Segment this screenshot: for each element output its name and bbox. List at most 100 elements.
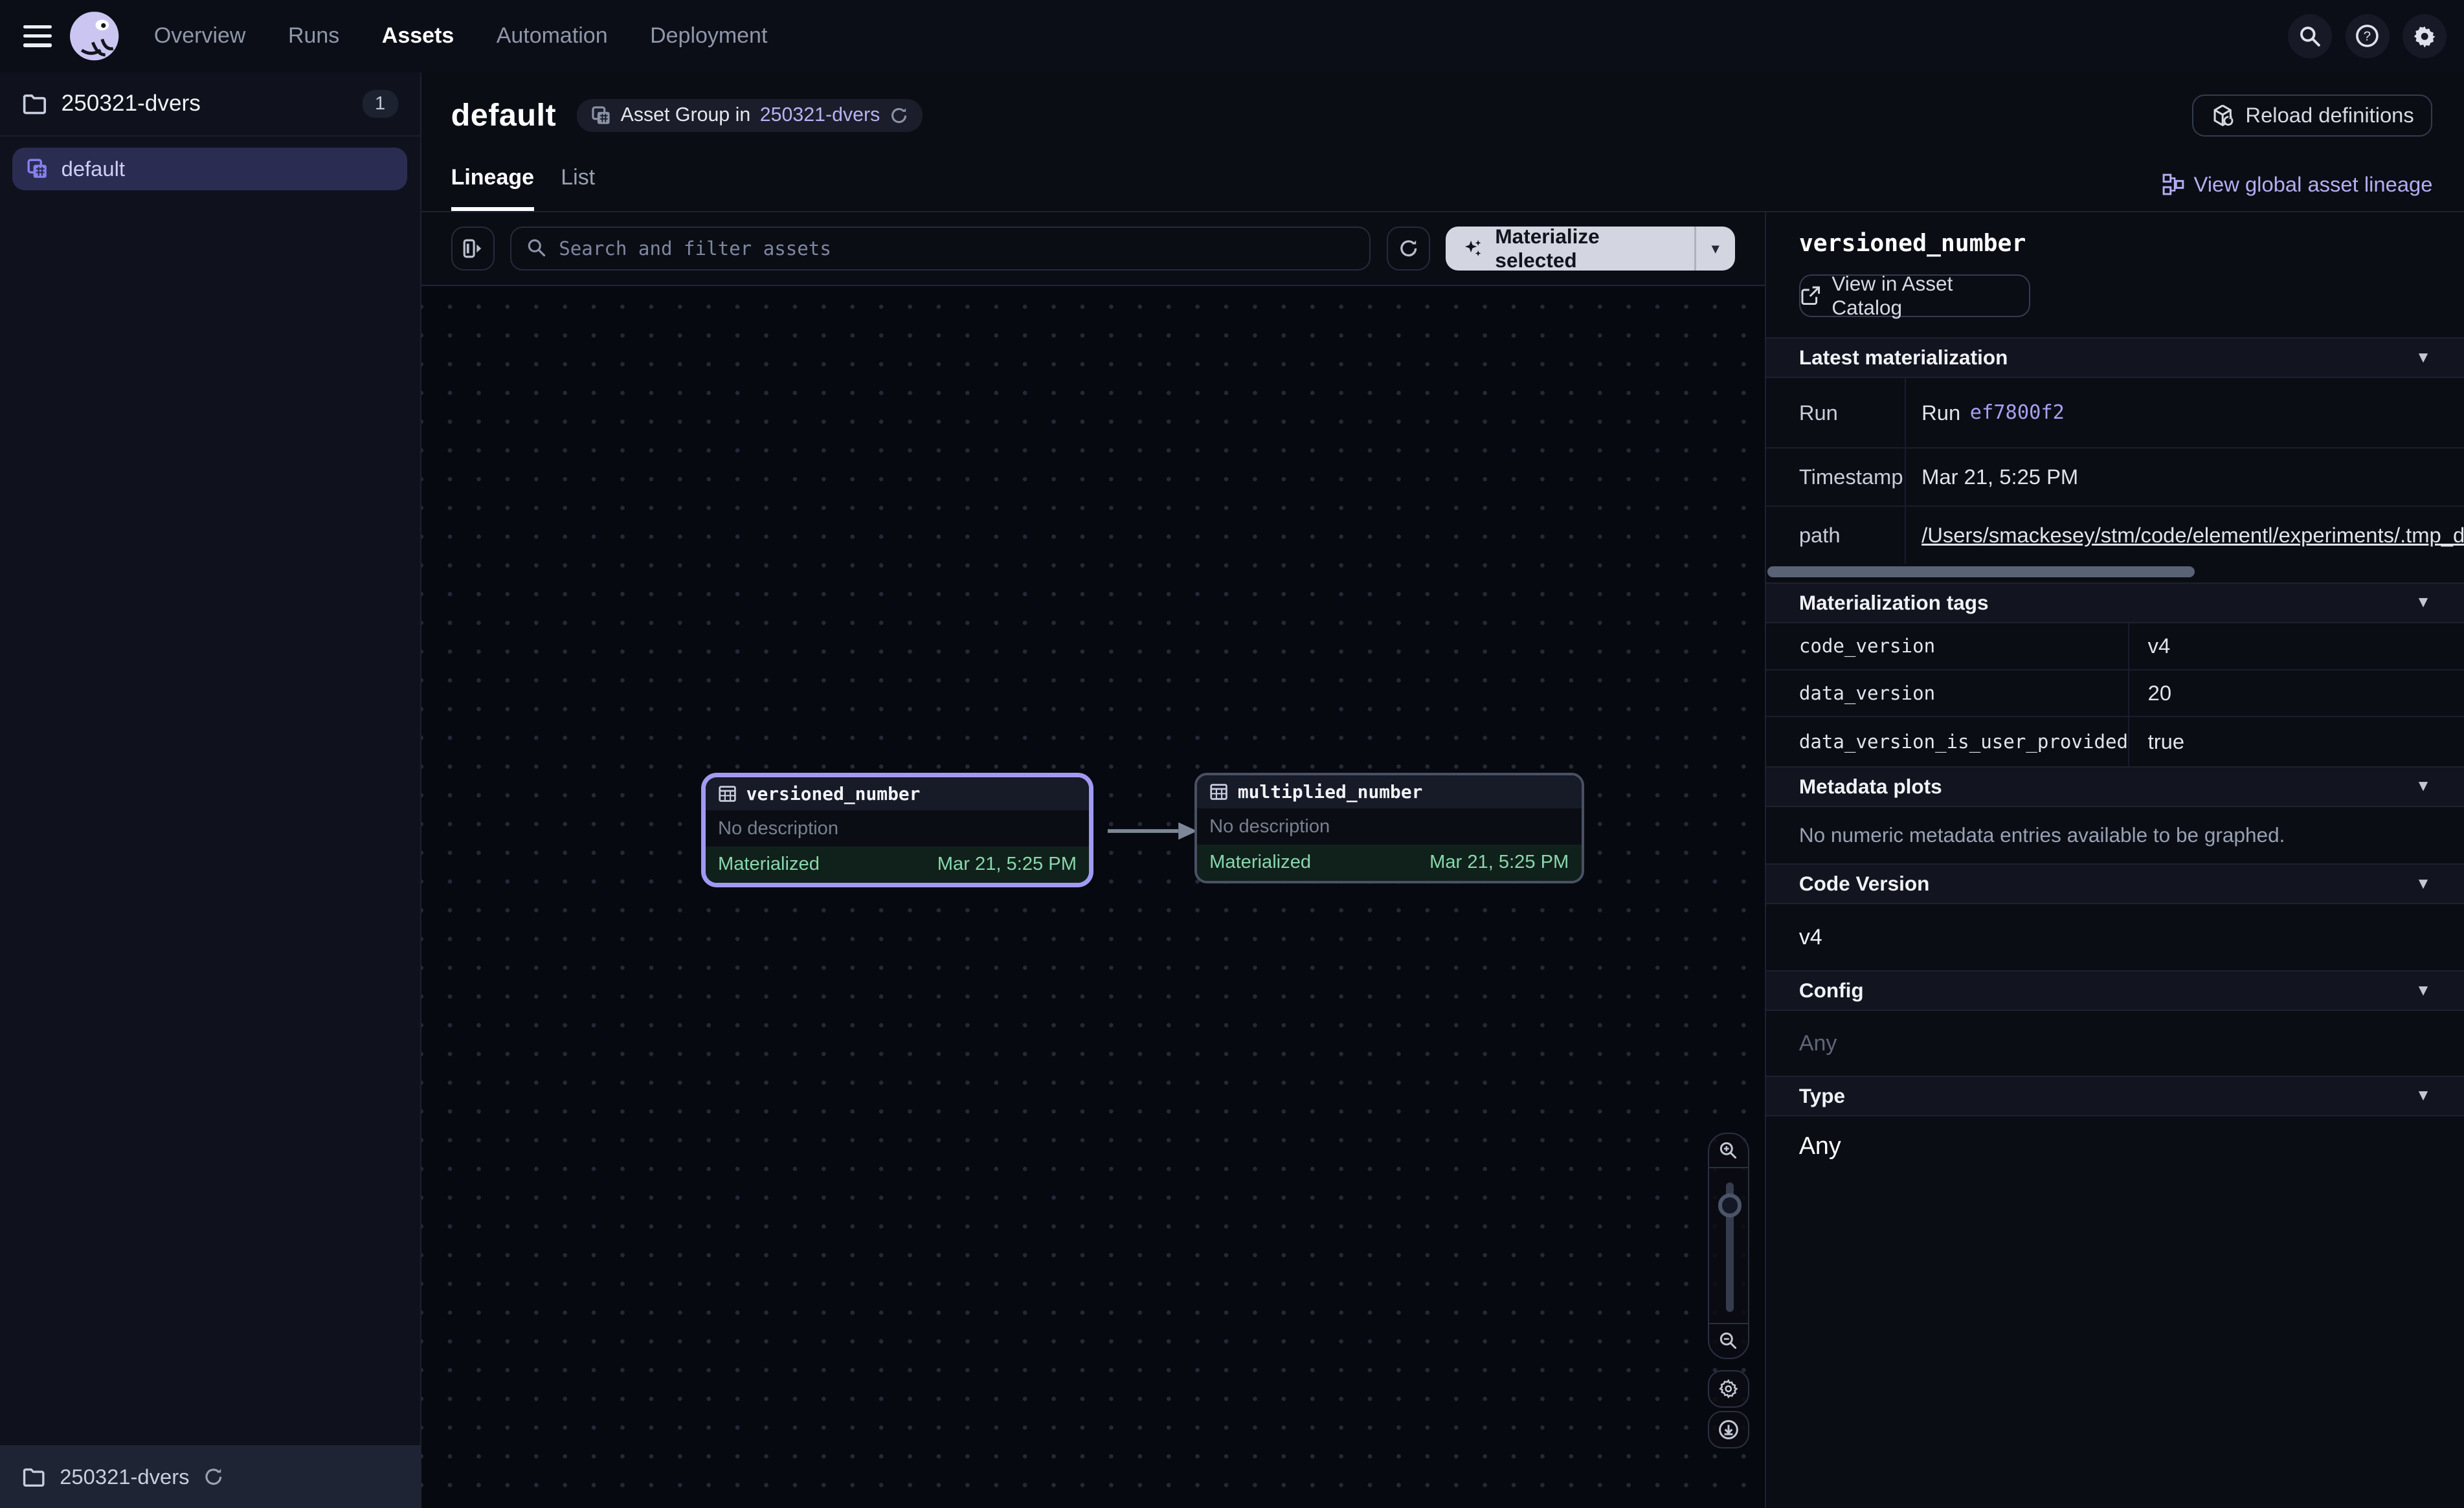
- tab-lineage[interactable]: Lineage: [451, 165, 534, 211]
- expand-panel-icon: [462, 238, 484, 260]
- horizontal-scrollbar: [1766, 564, 2464, 582]
- gear-icon: [1718, 1379, 1739, 1399]
- footer-repo-name: 250321-dvers: [60, 1465, 189, 1489]
- view-global-asset-lineage-label: View global asset lineage: [2193, 172, 2432, 197]
- chevron-down-icon: ▼: [2415, 875, 2431, 893]
- section-config[interactable]: Config ▼: [1766, 970, 2464, 1011]
- sidebar-item-label: default: [62, 157, 125, 181]
- primary-nav: Overview Runs Assets Automation Deployme…: [154, 23, 768, 49]
- asset-groups-sidebar: 250321-dvers 1 default 250321-dvers: [0, 72, 421, 1508]
- chevron-down-icon: ▼: [2415, 982, 2431, 1000]
- table-icon: [1209, 782, 1228, 801]
- materialize-dropdown-caret[interactable]: ▾: [1696, 239, 1735, 258]
- table-icon: [718, 784, 737, 803]
- scrollbar-thumb[interactable]: [1767, 566, 2195, 577]
- lineage-graph-canvas[interactable]: versioned_number No description Material…: [421, 286, 1765, 1508]
- asset-group-icon: [27, 158, 49, 180]
- tag-value: v4: [2129, 623, 2464, 669]
- tag-key: data_version: [1766, 671, 2129, 716]
- asset-title: versioned_number: [1799, 229, 2431, 257]
- page-title: default: [451, 97, 556, 133]
- reload-definitions-button[interactable]: Reload definitions: [2192, 94, 2432, 137]
- zoom-controls: [1708, 1133, 1749, 1359]
- section-title: Metadata plots: [1799, 775, 1942, 799]
- asset-node-name: versioned_number: [746, 783, 921, 804]
- gear-icon: [2413, 25, 2436, 48]
- refresh-icon[interactable]: [203, 1467, 224, 1487]
- section-title: Type: [1799, 1084, 1845, 1108]
- view-global-asset-lineage-link[interactable]: View global asset lineage: [2162, 172, 2433, 197]
- view-in-asset-catalog-label: View in Asset Catalog: [1831, 272, 2028, 320]
- path-link[interactable]: /Users/smackesey/stm/code/elementl/exper…: [1921, 523, 2464, 548]
- repo-row[interactable]: 250321-dvers 1: [0, 72, 420, 137]
- zoom-out-button[interactable]: [1709, 1323, 1747, 1357]
- hamburger-menu-icon[interactable]: [23, 19, 52, 52]
- table-row: Run Run ef7800f2: [1766, 378, 2464, 449]
- nav-item-runs[interactable]: Runs: [288, 23, 339, 49]
- run-prefix: Run: [1921, 401, 1960, 425]
- section-metadata-plots[interactable]: Metadata plots ▼: [1766, 766, 2464, 807]
- metadata-plots-empty-text: No numeric metadata entries available to…: [1799, 807, 2431, 863]
- tag-value: true: [2129, 717, 2464, 766]
- nav-item-deployment[interactable]: Deployment: [650, 23, 767, 49]
- refresh-icon[interactable]: [890, 106, 908, 125]
- section-title: Config: [1799, 979, 1864, 1003]
- section-latest-materialization[interactable]: Latest materialization ▼: [1766, 337, 2464, 378]
- tag-key: code_version: [1766, 623, 2129, 669]
- table-row: data_version_is_user_provided true: [1766, 717, 2464, 766]
- search-icon: [526, 238, 547, 258]
- section-materialization-tags[interactable]: Materialization tags ▼: [1766, 582, 2464, 623]
- graph-settings-button[interactable]: [1708, 1370, 1749, 1408]
- nav-item-assets[interactable]: Assets: [382, 23, 454, 49]
- help-button[interactable]: ?: [2346, 14, 2390, 58]
- section-code-version[interactable]: Code Version ▼: [1766, 863, 2464, 904]
- row-value: /Users/smackesey/stm/code/elementl/exper…: [1906, 507, 2464, 563]
- asset-group-badge: Asset Group in 250321-dvers: [577, 99, 923, 132]
- config-value: Any: [1799, 1011, 2431, 1076]
- repo-name: 250321-dvers: [62, 91, 201, 116]
- settings-button[interactable]: [2402, 14, 2447, 58]
- run-id-link[interactable]: ef7800f2: [1970, 401, 2065, 424]
- zoom-in-button[interactable]: [1709, 1134, 1747, 1168]
- search-input[interactable]: [510, 227, 1371, 271]
- download-image-button[interactable]: [1708, 1411, 1749, 1448]
- reload-cube-icon: [2211, 104, 2234, 127]
- nav-item-automation[interactable]: Automation: [497, 23, 608, 49]
- materialize-selected-button[interactable]: Materialize selected ▾: [1446, 227, 1734, 271]
- materialization-tags-table: code_version v4 data_version 20 data_ver…: [1766, 623, 2464, 766]
- tab-list[interactable]: List: [561, 165, 595, 211]
- asset-detail-panel: versioned_number View in Asset Catalog L…: [1765, 212, 2464, 1508]
- page-header: default Asset Group in 250321-dvers Relo…: [421, 72, 2464, 212]
- sidebar-footer: 250321-dvers: [0, 1445, 421, 1508]
- sidebar-item-default[interactable]: default: [12, 148, 407, 190]
- asset-node-description: No description: [706, 810, 1090, 847]
- asset-node-versioned-number[interactable]: versioned_number No description Material…: [701, 773, 1094, 887]
- collapse-panel-button[interactable]: [451, 227, 495, 271]
- reload-definitions-label: Reload definitions: [2245, 103, 2414, 128]
- section-title: Code Version: [1799, 872, 1930, 896]
- asset-node-multiplied-number[interactable]: multiplied_number No description Materia…: [1194, 773, 1584, 883]
- nav-item-overview[interactable]: Overview: [154, 23, 246, 49]
- dagster-logo-icon[interactable]: [66, 8, 122, 64]
- row-key: Timestamp: [1766, 449, 1906, 505]
- zoom-slider-thumb[interactable]: [1718, 1193, 1742, 1217]
- table-row: path /Users/smackesey/stm/code/elementl/…: [1766, 507, 2464, 563]
- row-value: Mar 21, 5:25 PM: [1906, 449, 2464, 505]
- zoom-out-icon: [1718, 1331, 1739, 1351]
- chevron-down-icon: ▼: [2415, 349, 2431, 367]
- asset-node-timestamp: Mar 21, 5:25 PM: [937, 854, 1077, 875]
- row-key: Run: [1766, 378, 1906, 447]
- search-button[interactable]: [2288, 14, 2332, 58]
- lineage-toolbar: Materialize selected ▾: [421, 212, 1765, 286]
- view-tabs: Lineage List: [451, 165, 596, 211]
- sparkles-icon: [1463, 238, 1484, 260]
- badge-repo-link[interactable]: 250321-dvers: [760, 104, 880, 126]
- asset-node-status: Materialized: [1209, 852, 1311, 873]
- svg-text:?: ?: [2364, 29, 2371, 44]
- section-type[interactable]: Type ▼: [1766, 1076, 2464, 1116]
- asset-group-icon: [591, 105, 612, 126]
- refresh-graph-button[interactable]: [1387, 227, 1431, 271]
- lineage-graph-icon: [2162, 173, 2184, 195]
- view-in-asset-catalog-button[interactable]: View in Asset Catalog: [1799, 274, 2030, 317]
- table-row: data_version 20: [1766, 671, 2464, 718]
